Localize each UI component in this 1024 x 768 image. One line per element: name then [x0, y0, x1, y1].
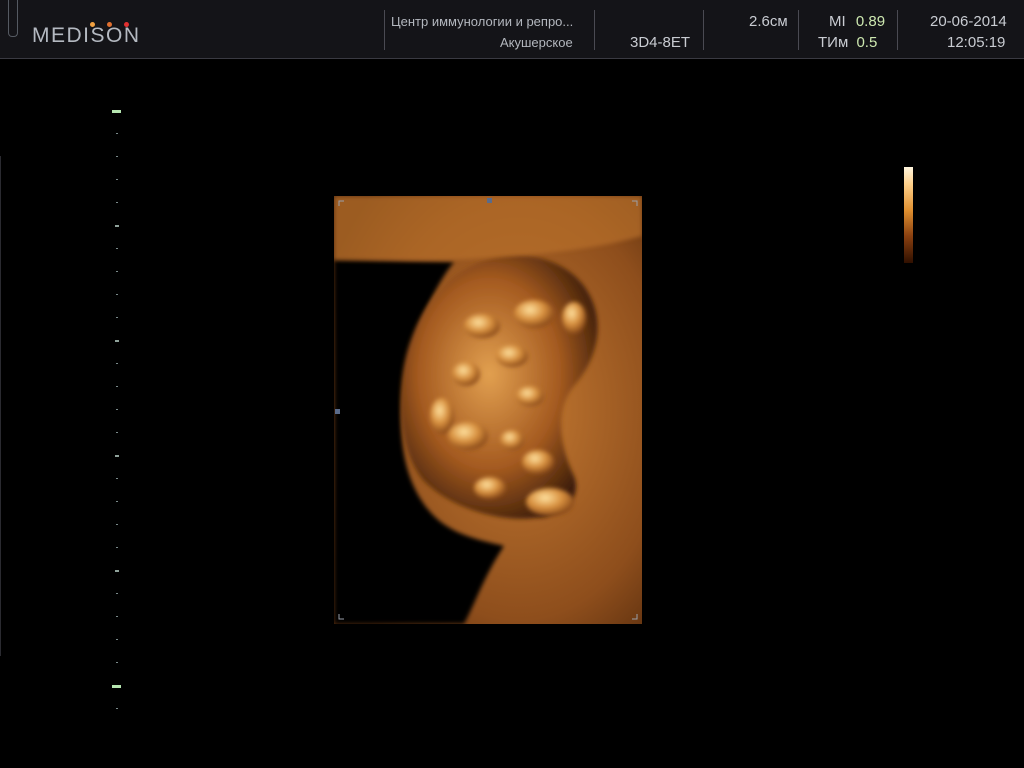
scale-tick: [116, 501, 118, 502]
scale-tick: [116, 432, 118, 433]
header-tab[interactable]: [8, 0, 18, 37]
ti-label: ТИм: [818, 34, 849, 51]
scale-tick: [115, 225, 119, 227]
volume-render-view[interactable]: [334, 196, 642, 624]
scale-tick: [116, 409, 118, 410]
scale-tick: [116, 294, 118, 295]
scale-tick: [116, 662, 118, 663]
scale-tick: [116, 593, 118, 594]
screen-edge: [0, 156, 1, 656]
header-divider: [594, 10, 595, 50]
scale-tick: [116, 639, 118, 640]
scale-tick: [116, 133, 118, 134]
mi-label: MI: [829, 13, 846, 30]
header-divider: [798, 10, 799, 50]
scale-tick: [115, 570, 119, 572]
mi-value: 0.89: [855, 13, 886, 30]
scale-tick: [116, 478, 118, 479]
ti-readout: ТИм 0.5: [818, 34, 877, 51]
brand-logo: MEDISON: [32, 24, 141, 47]
ti-value: 0.5: [856, 34, 878, 51]
scale-tick: [112, 685, 121, 688]
scale-tick: [115, 340, 119, 342]
depth-scale: [112, 110, 128, 725]
roi-side-marker-icon[interactable]: [335, 409, 340, 414]
scale-tick: [115, 455, 119, 457]
scale-tick: [116, 271, 118, 272]
scale-tick: [116, 524, 118, 525]
mi-readout: MI 0.89: [829, 13, 885, 30]
fetus-3d-render-icon: [334, 196, 642, 624]
exam-time: 12:05:19: [947, 34, 1006, 51]
scale-tick: [116, 547, 118, 548]
header-divider: [703, 10, 704, 50]
clinic-name: Центр иммунологии и репро...: [391, 14, 574, 29]
exam-mode: Акушерское: [500, 35, 573, 50]
scale-tick: [116, 317, 118, 318]
scale-tick: [116, 156, 118, 157]
probe-name: 3D4-8ET: [630, 34, 691, 51]
scale-tick: [116, 708, 118, 709]
depth-readout: 2.6см: [749, 13, 788, 30]
scale-tick: [116, 363, 118, 364]
roi-top-marker-icon[interactable]: [487, 198, 492, 203]
scale-tick: [116, 248, 118, 249]
header-divider: [384, 10, 385, 50]
scale-tick: [116, 179, 118, 180]
exam-date: 20-06-2014: [930, 13, 1007, 30]
scale-tick: [112, 110, 121, 113]
status-header: MEDISON Центр иммунологии и репро... Аку…: [0, 0, 1024, 59]
header-divider: [897, 10, 898, 50]
scale-tick: [116, 202, 118, 203]
colorbar: [904, 167, 913, 263]
scale-tick: [116, 616, 118, 617]
scale-tick: [116, 386, 118, 387]
